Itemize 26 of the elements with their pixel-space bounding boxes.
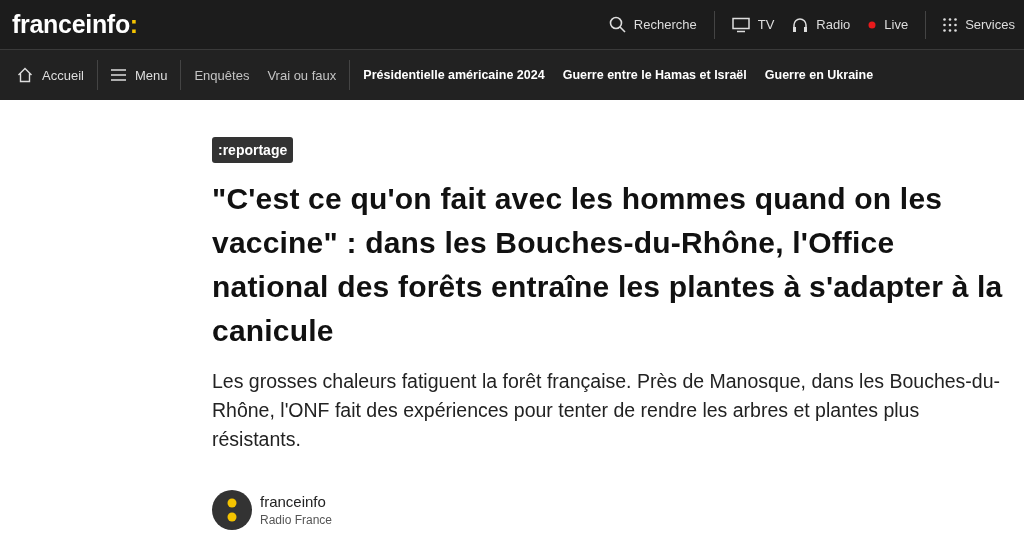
- menu-icon: [110, 69, 126, 81]
- nav-link[interactable]: Guerre entre le Hamas et Israël: [553, 68, 756, 82]
- live-link[interactable]: Live: [859, 17, 918, 32]
- nav-link[interactable]: Présidentielle américaine 2024: [354, 68, 554, 82]
- nav-link[interactable]: Vrai ou faux: [258, 67, 346, 83]
- home-icon: [17, 67, 33, 83]
- search-link[interactable]: Recherche: [599, 16, 706, 33]
- article-lead: Les grosses chaleurs fatiguent la forêt française. Près de Manosque, dans les Bouches-du-Rhône, l'ONF fait des expériences pour tenter de rendre les arbres et plantes plus résistants.: [212, 369, 1002, 452]
- tv-icon: [731, 16, 750, 33]
- search-icon: [608, 16, 626, 33]
- author-organization: Radio France: [260, 513, 333, 527]
- category-tag[interactable]: :reportage: [212, 137, 294, 163]
- live-dot-icon: [868, 20, 877, 29]
- author-avatar-icon: [212, 490, 252, 530]
- headphones-icon: [792, 16, 809, 33]
- logo[interactable]: franceinfo:: [12, 10, 138, 39]
- tv-link[interactable]: TV: [722, 16, 784, 33]
- grid-icon: [943, 17, 958, 32]
- article-title: "C'est ce qu'on fait avec les hommes quand on les vaccine" : dans les Bouches-du-Rhône, l'Office national des forêts entraîne les plantes à s'adapter à la canicule: [212, 181, 1004, 349]
- nav-link[interactable]: Guerre en Ukraine: [755, 68, 883, 82]
- home-link[interactable]: Accueil: [8, 67, 93, 83]
- radio-link[interactable]: Radio: [783, 16, 860, 33]
- menu-button[interactable]: Menu: [101, 67, 177, 83]
- services-link[interactable]: Services: [934, 17, 1024, 32]
- nav-link[interactable]: Enquêtes: [185, 67, 259, 83]
- author-name[interactable]: franceinfo: [260, 493, 333, 510]
